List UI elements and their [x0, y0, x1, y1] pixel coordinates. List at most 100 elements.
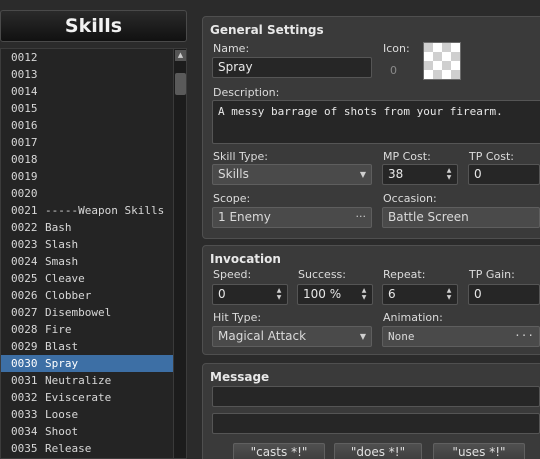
hit-type-select[interactable]: Magical Attack ▼ [212, 326, 372, 347]
skill-name: Blast [45, 340, 79, 353]
success-value: 100 % [303, 287, 342, 301]
spin-up-icon[interactable]: ▲ [362, 287, 367, 294]
skill-list-item[interactable]: 0028 Fire [1, 321, 174, 338]
skill-list-item[interactable]: 0017 [1, 134, 174, 151]
icon-index: 0 [390, 64, 397, 77]
skill-list-item[interactable]: 0013 [1, 66, 174, 83]
skill-type-select[interactable]: Skills ▼ [212, 164, 372, 185]
icon-picker[interactable] [423, 42, 461, 80]
skill-list-item[interactable]: 0031 Neutralize [1, 372, 174, 389]
skill-id: 0021 [11, 204, 38, 217]
spin-arrows-icon[interactable]: ▲ ▼ [445, 287, 453, 302]
spin-down-icon[interactable]: ▼ [362, 294, 367, 301]
message-line-1-input[interactable] [212, 386, 540, 407]
skill-id: 0017 [11, 136, 38, 149]
occasion-select[interactable]: Battle Screen [382, 207, 540, 228]
skill-name: Loose [45, 408, 79, 421]
skill-list-item[interactable]: 0025 Cleave [1, 270, 174, 287]
skill-list-item[interactable]: 0034 Shoot [1, 423, 174, 440]
skill-list-scrollbar[interactable]: ▲ [173, 49, 186, 458]
spin-down-icon[interactable]: ▼ [447, 174, 452, 181]
scroll-thumb[interactable] [175, 73, 186, 95]
icon-preview-icon [424, 43, 460, 79]
spin-down-icon[interactable]: ▼ [447, 294, 452, 301]
skill-id: 0013 [11, 68, 38, 81]
skill-list-item[interactable]: 0020 [1, 185, 174, 202]
skill-list-item[interactable]: 0026 Clobber [1, 287, 174, 304]
scroll-up-icon[interactable]: ▲ [175, 50, 186, 61]
hit-type-value: Magical Attack [218, 329, 307, 343]
spin-up-icon[interactable]: ▲ [277, 287, 282, 294]
skill-list-item[interactable]: 0012 [1, 49, 174, 66]
repeat-label: Repeat: [383, 268, 426, 281]
skill-id: 0024 [11, 255, 38, 268]
occasion-value: Battle Screen [388, 210, 469, 224]
skill-list-item[interactable]: 0029 Blast [1, 338, 174, 355]
skill-name: Slash [45, 238, 79, 251]
description-input[interactable]: A messy barrage of shots from your firea… [212, 100, 540, 144]
mp-cost-stepper[interactable]: 38 ▲ ▼ [382, 164, 458, 185]
skill-list-item[interactable]: 0018 [1, 151, 174, 168]
skill-id: 0031 [11, 374, 38, 387]
skill-id: 0032 [11, 391, 38, 404]
skill-list-item[interactable]: 0024 Smash [1, 253, 174, 270]
success-label: Success: [298, 268, 346, 281]
skill-list-item[interactable]: 0016 [1, 117, 174, 134]
skill-name: Release [45, 442, 92, 455]
skill-id: 0029 [11, 340, 38, 353]
skill-list-item[interactable]: 0014 [1, 83, 174, 100]
skill-name: Shoot [45, 425, 79, 438]
skill-list-item[interactable]: 0032 Eviscerate [1, 389, 174, 406]
skill-id: 0015 [11, 102, 38, 115]
description-text: A messy barrage of shots from your firea… [218, 105, 503, 118]
skill-list-item[interactable]: 0021 -----Weapon Skills [1, 202, 174, 219]
skill-list-item[interactable]: 0023 Slash [1, 236, 174, 253]
tp-cost-stepper[interactable]: 0 [468, 164, 540, 185]
speed-label: Speed: [213, 268, 252, 281]
skill-name: Spray [45, 357, 79, 370]
skill-type-label: Skill Type: [213, 150, 268, 163]
speed-stepper[interactable]: 0 ▲ ▼ [212, 284, 288, 305]
skill-type-value: Skills [218, 167, 249, 181]
skill-list-item[interactable]: 0022 Bash [1, 219, 174, 236]
skill-name: Clobber [45, 289, 92, 302]
skill-list-item[interactable]: 0019 [1, 168, 174, 185]
skill-id: 0014 [11, 85, 38, 98]
spin-down-icon[interactable]: ▼ [277, 294, 282, 301]
hit-type-label: Hit Type: [213, 311, 262, 324]
repeat-stepper[interactable]: 6 ▲ ▼ [382, 284, 458, 305]
skill-id: 0034 [11, 425, 38, 438]
spin-arrows-icon[interactable]: ▲ ▼ [275, 287, 283, 302]
animation-select[interactable]: None ··· [382, 326, 540, 347]
casts-template-button[interactable]: "casts *!" [233, 443, 325, 459]
skill-id: 0020 [11, 187, 38, 200]
message-line-2-input[interactable] [212, 413, 540, 434]
spin-up-icon[interactable]: ▲ [447, 167, 452, 174]
skill-name: Cleave [45, 272, 85, 285]
spin-arrows-icon[interactable]: ▲ ▼ [360, 287, 368, 302]
skill-list-item[interactable]: 0030 Spray [1, 355, 174, 372]
repeat-value: 6 [388, 287, 396, 301]
mp-cost-value: 38 [388, 167, 404, 181]
skill-list-item[interactable]: 0035 Release [1, 440, 174, 457]
name-input[interactable]: Spray [212, 57, 372, 78]
skill-list-item[interactable]: 0027 Disembowel [1, 304, 174, 321]
spin-up-icon[interactable]: ▲ [447, 287, 452, 294]
skill-name: Bash [45, 221, 72, 234]
skill-id: 0023 [11, 238, 38, 251]
success-stepper[interactable]: 100 % ▲ ▼ [297, 284, 373, 305]
skill-id: 0012 [11, 51, 38, 64]
mp-cost-label: MP Cost: [383, 150, 431, 163]
invocation-title: Invocation [210, 252, 281, 266]
skill-list-item[interactable]: 0015 [1, 100, 174, 117]
skill-id: 0028 [11, 323, 38, 336]
spin-arrows-icon[interactable]: ▲ ▼ [445, 167, 453, 182]
skill-list[interactable]: 0012 0013 0014 0015 0016 0017 0018 0019 0020 0021… [0, 48, 187, 459]
uses-template-button[interactable]: "uses *!" [433, 443, 525, 459]
tp-cost-label: TP Cost: [469, 150, 515, 163]
tp-gain-stepper[interactable]: 0 [468, 284, 540, 305]
scope-select[interactable]: 1 Enemy ··· [212, 207, 372, 228]
animation-value: None [388, 330, 415, 343]
does-template-button[interactable]: "does *!" [334, 443, 422, 459]
skill-list-item[interactable]: 0033 Loose [1, 406, 174, 423]
